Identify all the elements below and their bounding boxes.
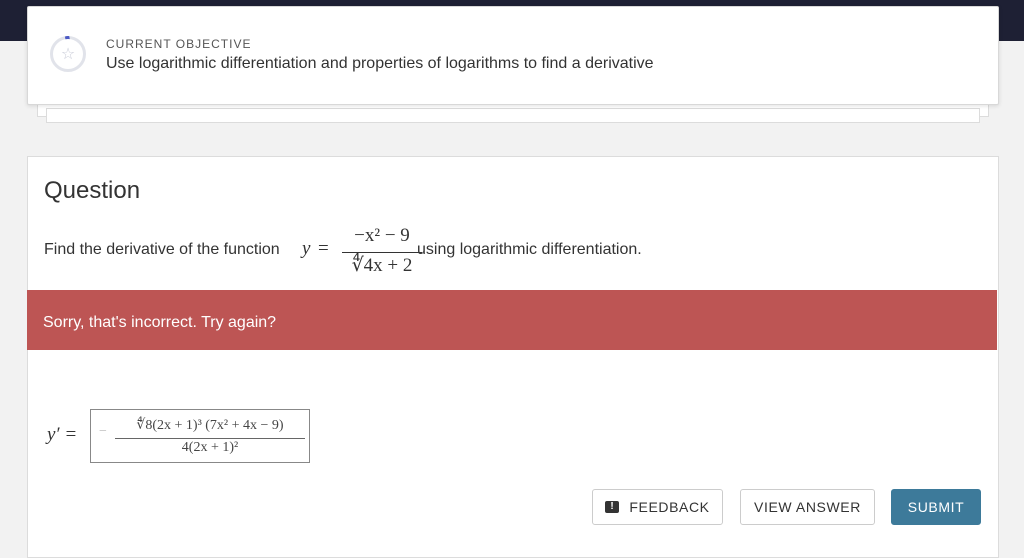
submit-button[interactable]: SUBMIT	[891, 489, 981, 525]
question-prompt-after: using logarithmic differentiation.	[417, 241, 642, 258]
view-answer-button[interactable]: VIEW ANSWER	[740, 489, 875, 525]
submit-button-label: SUBMIT	[907, 499, 965, 515]
function-numerator: −x² − 9	[354, 225, 410, 246]
question-heading: Question	[44, 177, 141, 204]
current-objective-card: ☆ CURRENT OBJECTIVE Use logarithmic diff…	[27, 6, 999, 105]
question-prompt: Find the derivative of the function y = …	[44, 225, 944, 285]
answer-input[interactable]: − ∜8(2x + 1)³ (7x² + 4x − 9) 4(2x + 1)²	[90, 409, 310, 463]
feedback-button-label: FEEDBACK	[629, 499, 710, 515]
answer-numerator: ∜8(2x + 1)³ (7x² + 4x − 9)	[136, 418, 284, 433]
answer-denominator: 4(2x + 1)²	[181, 440, 239, 455]
feedback-button[interactable]: ! FEEDBACK	[592, 489, 723, 525]
incorrect-feedback-banner: Sorry, that's incorrect. Try again?	[27, 290, 997, 350]
equals-sign: =	[318, 238, 329, 259]
fraction-bar	[115, 438, 305, 439]
fraction-bar	[342, 252, 422, 253]
objective-stack-layer	[46, 108, 980, 123]
function-denominator: ∜4x + 2	[351, 255, 413, 276]
feedback-icon: !	[605, 501, 620, 513]
feedback-message: Sorry, that's incorrect. Try again?	[43, 314, 277, 331]
question-prompt-before: Find the derivative of the function	[44, 241, 280, 258]
objective-text: Use logarithmic differentiation and prop…	[106, 55, 654, 72]
star-icon: ☆	[60, 44, 76, 63]
view-answer-button-label: VIEW ANSWER	[754, 499, 861, 515]
answer-minus-sign: −	[99, 424, 107, 439]
function-variable: y	[302, 238, 311, 259]
objective-progress-ring: ☆	[50, 36, 86, 72]
answer-label: y′ =	[47, 424, 78, 445]
function-expression: y = −x² − 9 ∜4x + 2	[302, 225, 422, 285]
objective-label: CURRENT OBJECTIVE	[106, 37, 252, 51]
